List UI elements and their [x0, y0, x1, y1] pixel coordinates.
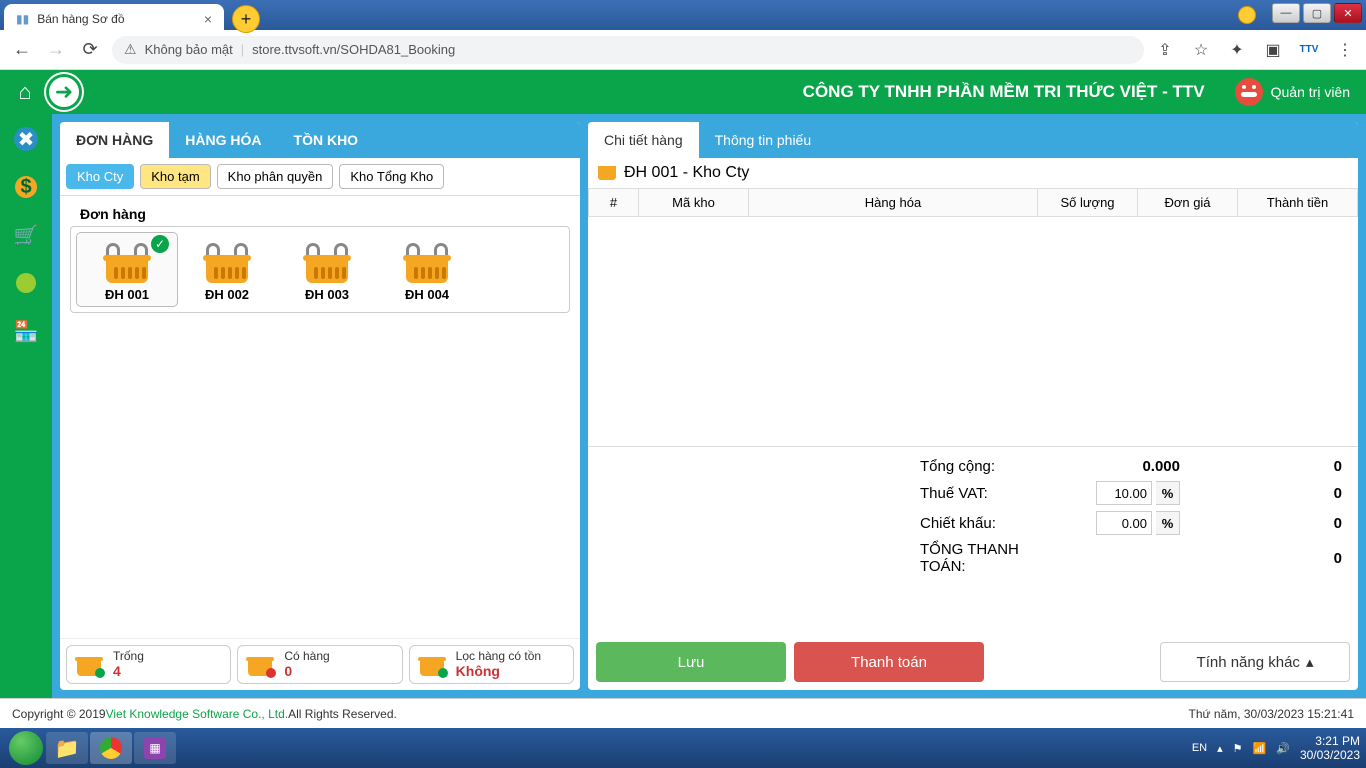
order-item[interactable]: ĐH 002 — [177, 233, 277, 306]
disc-input[interactable] — [1096, 511, 1152, 535]
share-icon[interactable]: ⇪ — [1154, 39, 1176, 61]
caret-up-icon: ▴ — [1306, 653, 1314, 671]
url-text: store.ttvsoft.vn/SOHDA81_Booking — [252, 42, 455, 57]
explorer-icon[interactable]: 📁 — [46, 732, 88, 764]
extensions-icon[interactable]: ✦ — [1226, 39, 1248, 61]
vat-input[interactable] — [1096, 481, 1152, 505]
app-taskbar-icon[interactable]: ▦ — [134, 732, 176, 764]
order-label: ĐH 002 — [181, 287, 273, 302]
col-num: # — [589, 189, 639, 217]
percent-icon[interactable]: % — [1156, 511, 1180, 535]
address-bar[interactable]: ⚠ Không bảo mật | store.ttvsoft.vn/SOHDA… — [112, 36, 1144, 64]
back-button[interactable]: ← — [10, 38, 34, 62]
stat-filter[interactable]: Lọc hàng có tồnKhông — [409, 645, 574, 684]
tray-volume-icon[interactable]: 🔊 — [1276, 742, 1290, 755]
order-label: ĐH 003 — [281, 287, 373, 302]
tab-title: Bán hàng Sơ đồ — [37, 12, 124, 26]
reload-button[interactable]: ⟳ — [78, 38, 102, 62]
col-qty: Số lượng — [1038, 189, 1138, 217]
settings-icon[interactable]: ✖ — [11, 124, 41, 154]
stat-empty[interactable]: Trống4 — [66, 645, 231, 684]
start-button[interactable] — [6, 728, 46, 768]
store-icon[interactable]: 🏪 — [11, 316, 41, 346]
sidebar: ✖ $ 🛒 🏪 — [0, 114, 52, 698]
browser-tab[interactable]: ▮▮ Bán hàng Sơ đồ × — [4, 4, 224, 34]
disc-label: Chiết khấu: — [600, 515, 1020, 532]
detail-table-body — [588, 217, 1358, 447]
order-label: ĐH 004 — [381, 287, 473, 302]
subtab-kho-phan-quyen[interactable]: Kho phân quyền — [217, 164, 334, 189]
subtab-kho-tong[interactable]: Kho Tổng Kho — [339, 164, 444, 189]
ttv-ext-icon[interactable]: TTV — [1298, 39, 1320, 61]
grand-label: TỔNG THANH TOÁN: — [600, 541, 1020, 575]
col-total: Thành tiền — [1238, 189, 1358, 217]
disc-val: 0 — [1180, 515, 1346, 532]
sum-val: 0 — [1180, 458, 1346, 475]
tab-products[interactable]: HÀNG HÓA — [169, 122, 277, 158]
tray-network-icon[interactable]: 📶 — [1253, 742, 1267, 755]
grand-val: 0 — [1180, 550, 1346, 567]
tab-close-icon[interactable]: × — [204, 11, 212, 27]
pay-button[interactable]: Thanh toán — [794, 642, 984, 682]
more-button[interactable]: Tính năng khác▴ — [1160, 642, 1350, 682]
sum-qty: 0.000 — [1020, 458, 1180, 475]
chrome-taskbar-icon[interactable] — [90, 732, 132, 764]
check-icon: ✓ — [151, 235, 169, 253]
percent-icon[interactable]: % — [1156, 481, 1180, 505]
cart-icon[interactable]: 🛒 — [11, 220, 41, 250]
window-indicator-icon — [1238, 6, 1256, 24]
order-item[interactable]: ĐH 003 — [277, 233, 377, 306]
insecure-label: Không bảo mật — [145, 42, 233, 57]
save-button[interactable]: Lưu — [596, 642, 786, 682]
basket-icon — [598, 166, 616, 180]
order-item[interactable]: ✓ ĐH 001 — [77, 233, 177, 306]
tab-detail[interactable]: Chi tiết hàng — [588, 122, 699, 158]
copyright-text: Copyright © 2019 — [12, 707, 106, 721]
video-icon[interactable]: ▣ — [1262, 39, 1284, 61]
company-title: CÔNG TY TNHH PHẦN MỀM TRI THỨC VIỆT - TT… — [803, 82, 1205, 102]
bag-icon[interactable] — [11, 268, 41, 298]
forward-nav-button[interactable]: ➜ — [46, 74, 82, 110]
new-tab-button[interactable]: + — [232, 5, 260, 33]
subtab-kho-tam[interactable]: Kho tạm — [140, 164, 210, 189]
col-price: Đơn giá — [1138, 189, 1238, 217]
forward-button[interactable]: → — [44, 38, 68, 62]
sum-label: Tổng cộng: — [600, 458, 1020, 475]
company-link[interactable]: Viet Knowledge Software Co., Ltd. — [106, 707, 289, 721]
order-item[interactable]: ĐH 004 — [377, 233, 477, 306]
detail-title: ĐH 001 - Kho Cty — [624, 164, 749, 182]
insecure-icon: ⚠ — [124, 41, 137, 58]
tray-flag-icon[interactable]: ⚑ — [1233, 742, 1243, 755]
tab-info[interactable]: Thông tin phiếu — [699, 122, 828, 158]
user-menu[interactable]: Quản trị viên — [1235, 78, 1350, 106]
bookmark-icon[interactable]: ☆ — [1190, 39, 1212, 61]
rights-text: All Rights Reserved. — [288, 707, 397, 721]
col-product: Hàng hóa — [749, 189, 1038, 217]
clock[interactable]: 3:21 PM 30/03/2023 — [1300, 734, 1360, 763]
tab-orders[interactable]: ĐƠN HÀNG — [60, 122, 169, 158]
col-code: Mã kho — [639, 189, 749, 217]
stat-has[interactable]: Có hàng0 — [237, 645, 402, 684]
minimize-button[interactable]: — — [1272, 3, 1300, 23]
close-window-button[interactable]: ✕ — [1334, 3, 1362, 23]
avatar-icon — [1235, 78, 1263, 106]
subtab-kho-cty[interactable]: Kho Cty — [66, 164, 134, 189]
orders-title: Đơn hàng — [80, 206, 570, 222]
money-icon[interactable]: $ — [11, 172, 41, 202]
user-name: Quản trị viên — [1271, 84, 1350, 100]
footer-datetime: Thứ năm, 30/03/2023 15:21:41 — [1189, 707, 1355, 721]
lang-indicator[interactable]: EN — [1192, 742, 1207, 754]
maximize-button[interactable]: ▢ — [1303, 3, 1331, 23]
chrome-menu-icon[interactable]: ⋮ — [1334, 39, 1356, 61]
tab-stock[interactable]: TỒN KHO — [278, 122, 375, 158]
order-label: ĐH 001 — [81, 287, 173, 302]
tray-arrow-icon[interactable]: ▴ — [1217, 742, 1223, 755]
home-icon[interactable]: ⌂ — [10, 77, 40, 107]
vat-label: Thuế VAT: — [600, 485, 1020, 502]
vat-val: 0 — [1180, 485, 1346, 502]
